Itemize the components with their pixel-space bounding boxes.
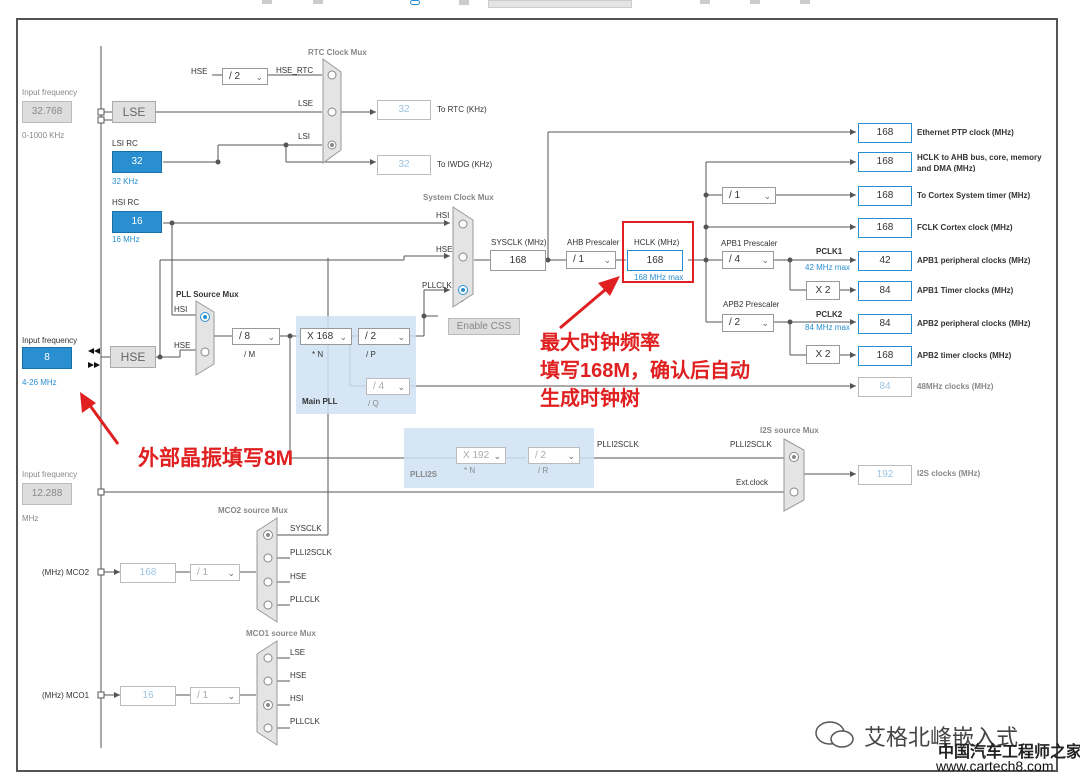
watermark-url: www.cartech8.com <box>936 758 1054 774</box>
annotation-crystal-8m: 外部晶振填写8M <box>138 447 294 470</box>
annotation-max-clock: 最大时钟频率 <box>540 332 660 354</box>
wechat-icon <box>815 721 854 748</box>
annotation-fill-168m: 填写168M，确认后自动 <box>540 360 751 382</box>
clock-config-canvas: Input frequency 32.768 0-1000 KHz LSE LS… <box>0 0 1080 782</box>
annotation-auto-gen: 生成时钟树 <box>540 388 640 410</box>
